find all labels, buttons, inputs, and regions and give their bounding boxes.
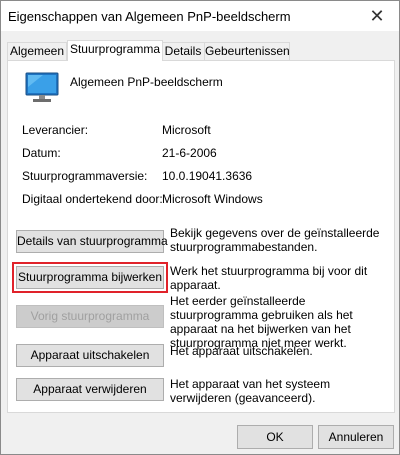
- date-label: Datum:: [22, 146, 61, 160]
- disable-device-description: Het apparaat uitschakelen.: [170, 344, 313, 358]
- rollback-driver-description: Het eerder geïnstalleerde stuurprogramma…: [170, 294, 353, 350]
- cancel-button[interactable]: Annuleren: [318, 425, 394, 449]
- device-name: Algemeen PnP-beeldscherm: [70, 75, 223, 89]
- uninstall-device-button[interactable]: Apparaat verwijderen: [16, 378, 164, 401]
- vendor-label: Leverancier:: [22, 123, 89, 137]
- disable-device-button[interactable]: Apparaat uitschakelen: [16, 344, 164, 367]
- uninstall-device-description: Het apparaat van het systeem verwijderen…: [170, 377, 331, 405]
- date-value: 21-6-2006: [162, 146, 217, 160]
- tab-details[interactable]: Details: [161, 42, 205, 60]
- title-bar: Eigenschappen van Algemeen PnP-beeldsche…: [1, 1, 399, 31]
- tab-algemeen[interactable]: Algemeen: [7, 42, 67, 60]
- update-driver-description: Werk het stuurprogramma bij voor dit app…: [170, 264, 368, 292]
- version-value: 10.0.19041.3636: [162, 169, 253, 183]
- ok-button[interactable]: OK: [237, 425, 313, 449]
- version-label: Stuurprogrammaversie:: [22, 169, 148, 183]
- vendor-value: Microsoft: [162, 123, 211, 137]
- driver-tab-panel: Algemeen PnP-beeldscherm Leverancier: Mi…: [7, 60, 395, 413]
- window-title: Eigenschappen van Algemeen PnP-beeldsche…: [8, 9, 291, 24]
- monitor-icon: [25, 72, 59, 102]
- signer-value: Microsoft Windows: [162, 192, 263, 206]
- close-icon[interactable]: ✕: [367, 6, 387, 26]
- update-driver-button[interactable]: Stuurprogramma bijwerken: [12, 262, 168, 293]
- rollback-driver-button: Vorig stuurprogramma: [16, 305, 164, 328]
- tab-stuurprogramma[interactable]: Stuurprogramma: [67, 40, 163, 61]
- signer-label: Digitaal ondertekend door:: [22, 192, 163, 206]
- driver-details-button[interactable]: Details van stuurprogramma: [16, 230, 168, 253]
- tab-gebeurtenissen[interactable]: Gebeurtenissen: [204, 42, 290, 60]
- properties-dialog: Eigenschappen van Algemeen PnP-beeldsche…: [0, 0, 400, 455]
- driver-details-description: Bekijk gegevens over de geïnstalleerde s…: [170, 226, 380, 254]
